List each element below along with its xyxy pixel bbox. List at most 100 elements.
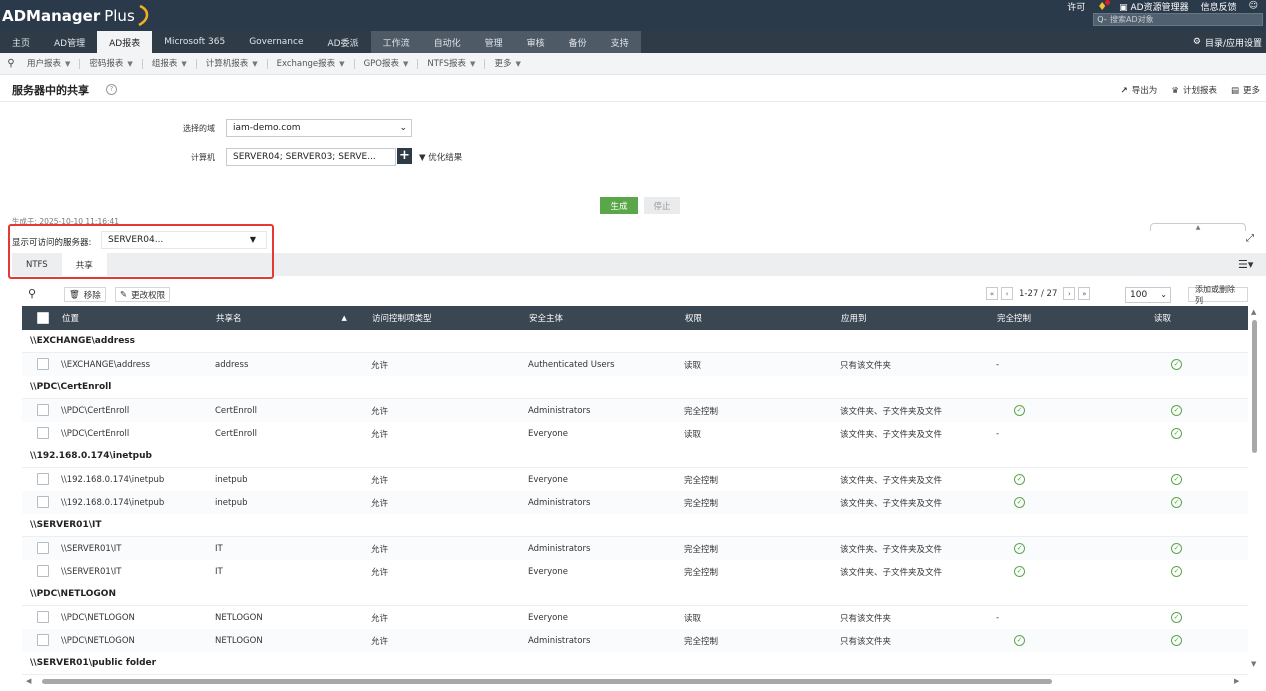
nav-tab-6[interactable]: 工作流 (370, 31, 422, 53)
horizontal-scrollbar[interactable]: ◀ ▶ (22, 677, 1248, 687)
cell-apply: 该文件夹、子文件夹及文件 (840, 498, 943, 509)
subnav-item-6[interactable]: NTFS报表 ▼ (418, 58, 486, 69)
subnav-item-1[interactable]: 密码报表 ▼ (80, 58, 143, 69)
search-icon: Q- (1097, 15, 1107, 24)
prev-page-button[interactable]: ‹ (1001, 287, 1013, 300)
table-search-icon[interactable]: ⚲ (28, 287, 36, 300)
scroll-right-icon[interactable]: ▶ (1234, 677, 1239, 685)
cell-location: \\SERVER01\IT (61, 543, 122, 554)
row-checkbox[interactable] (37, 358, 49, 370)
report-search-icon[interactable]: ⚲ (4, 58, 18, 69)
subnav-item-0[interactable]: 用户报表 ▼ (18, 58, 81, 69)
cell-perm: 读取 (684, 613, 702, 624)
check-circle-icon: ✓ (1014, 474, 1025, 485)
row-checkbox[interactable] (37, 473, 49, 485)
table-row[interactable]: \\PDC\NETLOGON NETLOGON 允许 Administrators 完全… (22, 629, 1248, 652)
change-permission-button[interactable]: ✎ 更改权限 (115, 287, 171, 302)
table-row[interactable]: \\EXCHANGE\address address 允许 Authenticated… (22, 353, 1248, 376)
page-size-value: 100 (1130, 290, 1148, 300)
subnav-item-2[interactable]: 组报表 ▼ (143, 58, 197, 69)
caret-down-icon: ▼ (181, 59, 187, 68)
table-row[interactable]: \\PDC\NETLOGON NETLOGON 允许 Everyone 读取 只有该文件夹… (22, 606, 1248, 629)
subnav-item-3[interactable]: 计算机报表 ▼ (197, 58, 268, 69)
vertical-scroll-thumb[interactable] (1252, 320, 1257, 453)
nav-tab-5[interactable]: AD委派 (316, 31, 371, 53)
fullscreen-icon[interactable]: ⤢ (1246, 233, 1254, 244)
column-header-location[interactable]: 位置 (62, 306, 79, 330)
cell-ace: 允许 (371, 406, 389, 417)
column-header-principal[interactable]: 安全主体 (529, 306, 563, 330)
ad-explorer-link[interactable]: ▣ AD资源管理器 (1119, 0, 1188, 13)
subnav-item-4[interactable]: Exchange报表 ▼ (268, 58, 355, 69)
nav-tab-0[interactable]: 主页 (0, 31, 42, 53)
top-links: 许可 ♦ ▣ AD资源管理器 信息反馈 ☺ (1067, 0, 1258, 13)
horizontal-scroll-thumb[interactable] (42, 679, 1052, 684)
table-row[interactable]: \\PDC\CertEnroll CertEnroll 允许 Administrato… (22, 399, 1248, 422)
more-button[interactable]: ▤ 更多 (1231, 84, 1260, 96)
list-options-icon[interactable]: ☰▾ (1238, 258, 1253, 271)
filter-results-link[interactable]: ▼ 优化结果 (419, 151, 462, 163)
cell-principal: Administrators (528, 405, 591, 416)
scroll-up-icon[interactable]: ▲ (1251, 308, 1256, 316)
column-header-read[interactable]: 读取 (1154, 306, 1171, 330)
next-page-button[interactable]: › (1063, 287, 1076, 300)
dir-settings-link[interactable]: ⚙ 目录/应用设置 (1193, 31, 1262, 53)
group-row: \\PDC\CertEnroll (22, 376, 1248, 399)
nav-tab-1[interactable]: AD管理 (42, 31, 97, 53)
help-icon[interactable]: ? (106, 84, 117, 95)
remove-button[interactable]: 🗑︎ 移除 (64, 287, 106, 302)
subnav-item-5[interactable]: GPO报表 ▼ (355, 58, 419, 69)
schedule-report-button[interactable]: ♛ 计划报表 (1171, 84, 1217, 96)
add-remove-columns-button[interactable]: 添加或删除列 (1188, 285, 1248, 305)
notification-bell-icon[interactable]: ♦ (1097, 0, 1111, 13)
table-row[interactable]: \\192.168.0.174\inetpub inetpub 允许 Everyone… (22, 468, 1248, 491)
computer-input[interactable]: SERVER04; SERVER03; SERVE... (226, 148, 396, 166)
subnav-item-7[interactable]: 更多 ▼ (485, 59, 529, 69)
license-link[interactable]: 许可 (1067, 0, 1085, 13)
nav-tab-11[interactable]: 支持 (598, 31, 641, 53)
row-checkbox[interactable] (37, 634, 49, 646)
export-button[interactable]: ↗ 导出为 (1121, 84, 1158, 96)
table-row[interactable]: \\SERVER01\IT IT 允许 Administrators 完全控制 该文件夹、… (22, 537, 1248, 560)
nav-tab-9[interactable]: 审核 (514, 31, 557, 53)
first-page-button[interactable]: « (986, 287, 998, 300)
stop-button[interactable]: 停止 (644, 197, 680, 214)
scroll-down-icon[interactable]: ▼ (1251, 660, 1256, 668)
row-checkbox[interactable] (37, 565, 49, 577)
nav-tab-7[interactable]: 自动化 (421, 31, 473, 53)
add-computer-button[interactable]: + (397, 148, 412, 164)
column-header-apply[interactable]: 应用到 (841, 306, 867, 330)
nav-tab-2[interactable]: AD报表 (97, 31, 153, 53)
column-header-ace[interactable]: 访问控制项类型 (372, 306, 432, 330)
table-row[interactable]: \\192.168.0.174\inetpub inetpub 允许 Administ… (22, 491, 1248, 514)
last-page-button[interactable]: » (1078, 287, 1091, 300)
table-row[interactable]: \\SERVER01\IT IT 允许 Everyone 完全控制 该文件夹、子文件夹及文… (22, 560, 1248, 583)
row-checkbox[interactable] (37, 496, 49, 508)
row-checkbox[interactable] (37, 427, 49, 439)
page-size-select[interactable]: 100 ⌄ (1125, 287, 1171, 303)
row-checkbox[interactable] (37, 404, 49, 416)
column-header-full[interactable]: 完全控制 (997, 306, 1031, 330)
user-avatar-icon[interactable]: ☺ (1249, 1, 1258, 11)
domain-select[interactable]: iam-demo.com ⌄ (226, 119, 412, 137)
collapse-handle[interactable]: ▲ (1150, 223, 1246, 231)
scroll-left-icon[interactable]: ◀ (26, 677, 31, 685)
select-all-checkbox[interactable] (37, 312, 49, 324)
feedback-link[interactable]: 信息反馈 (1201, 0, 1237, 13)
app-logo[interactable]: ADManager Plus (2, 4, 151, 28)
column-header-perm[interactable]: 权限 (685, 306, 702, 330)
subnav-item-label: 计算机报表 (205, 58, 249, 69)
sort-asc-icon[interactable]: ▲ (342, 314, 347, 322)
row-checkbox[interactable] (37, 611, 49, 623)
nav-tab-4[interactable]: Governance (237, 31, 315, 53)
column-header-share[interactable]: 共享名 ▲ (216, 306, 347, 330)
table-row[interactable]: \\PDC\CertEnroll CertEnroll 允许 Everyone 读取 该文… (22, 422, 1248, 445)
vertical-scrollbar[interactable]: ▲ ▼ (1250, 306, 1260, 676)
nav-tab-10[interactable]: 备份 (556, 31, 599, 53)
ad-object-search[interactable]: Q- 搜索AD对象 (1093, 13, 1263, 26)
generate-button[interactable]: 生成 (600, 197, 638, 214)
row-checkbox[interactable] (37, 542, 49, 554)
nav-tab-8[interactable]: 管理 (472, 31, 515, 53)
nav-tab-3[interactable]: Microsoft 365 (152, 31, 237, 53)
group-title: \\SERVER01\IT (30, 520, 102, 530)
